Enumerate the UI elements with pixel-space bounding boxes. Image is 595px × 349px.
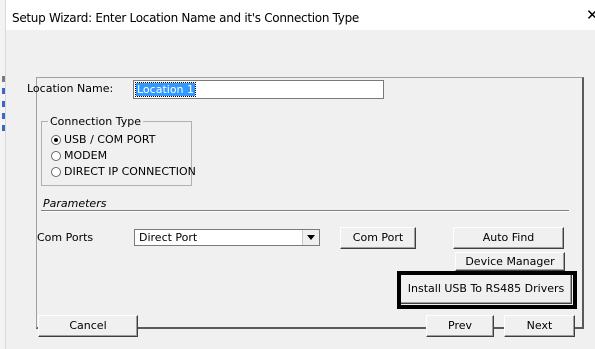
cancel-button[interactable]: Cancel bbox=[38, 315, 138, 337]
connection-type-legend: Connection Type bbox=[48, 115, 144, 128]
dialog-body: Location Name: Location 1 Connection Typ… bbox=[6, 30, 595, 349]
location-name-value: Location 1 bbox=[134, 82, 197, 97]
highlight-frame bbox=[397, 271, 577, 309]
next-button[interactable]: Next bbox=[504, 315, 575, 337]
parameters-divider bbox=[41, 210, 569, 212]
background-window-mark bbox=[2, 76, 5, 82]
com-ports-selected-value: Direct Port bbox=[139, 231, 198, 244]
title-bar[interactable]: Setup Wizard: Enter Location Name and it… bbox=[6, 0, 595, 30]
background-window-mark bbox=[2, 113, 5, 119]
device-manager-button[interactable]: Device Manager bbox=[455, 252, 565, 271]
com-ports-select[interactable]: Direct Port bbox=[134, 229, 320, 246]
location-name-input[interactable]: Location 1 bbox=[133, 80, 384, 99]
location-name-label: Location Name: bbox=[27, 82, 114, 95]
radio-modem[interactable] bbox=[51, 151, 61, 161]
parameters-label: Parameters bbox=[43, 197, 107, 210]
close-icon[interactable]: ✕ bbox=[586, 8, 595, 23]
com-port-button[interactable]: Com Port bbox=[340, 227, 416, 249]
prev-button[interactable]: Prev bbox=[426, 315, 494, 337]
radio-usb-com-port-label[interactable]: USB / COM PORT bbox=[64, 133, 155, 146]
window-title: Setup Wizard: Enter Location Name and it… bbox=[12, 11, 360, 25]
radio-direct-ip-label[interactable]: DIRECT IP CONNECTION bbox=[64, 165, 196, 178]
background-window-mark bbox=[2, 88, 5, 94]
chevron-down-icon[interactable] bbox=[302, 230, 319, 245]
background-window-mark bbox=[2, 101, 5, 107]
auto-find-button[interactable]: Auto Find bbox=[453, 227, 564, 249]
background-window-mark bbox=[2, 125, 5, 131]
radio-direct-ip[interactable] bbox=[51, 167, 61, 177]
radio-modem-label[interactable]: MODEM bbox=[64, 149, 107, 162]
com-ports-label: Com Ports bbox=[37, 231, 94, 244]
radio-usb-com-port[interactable] bbox=[51, 135, 61, 145]
